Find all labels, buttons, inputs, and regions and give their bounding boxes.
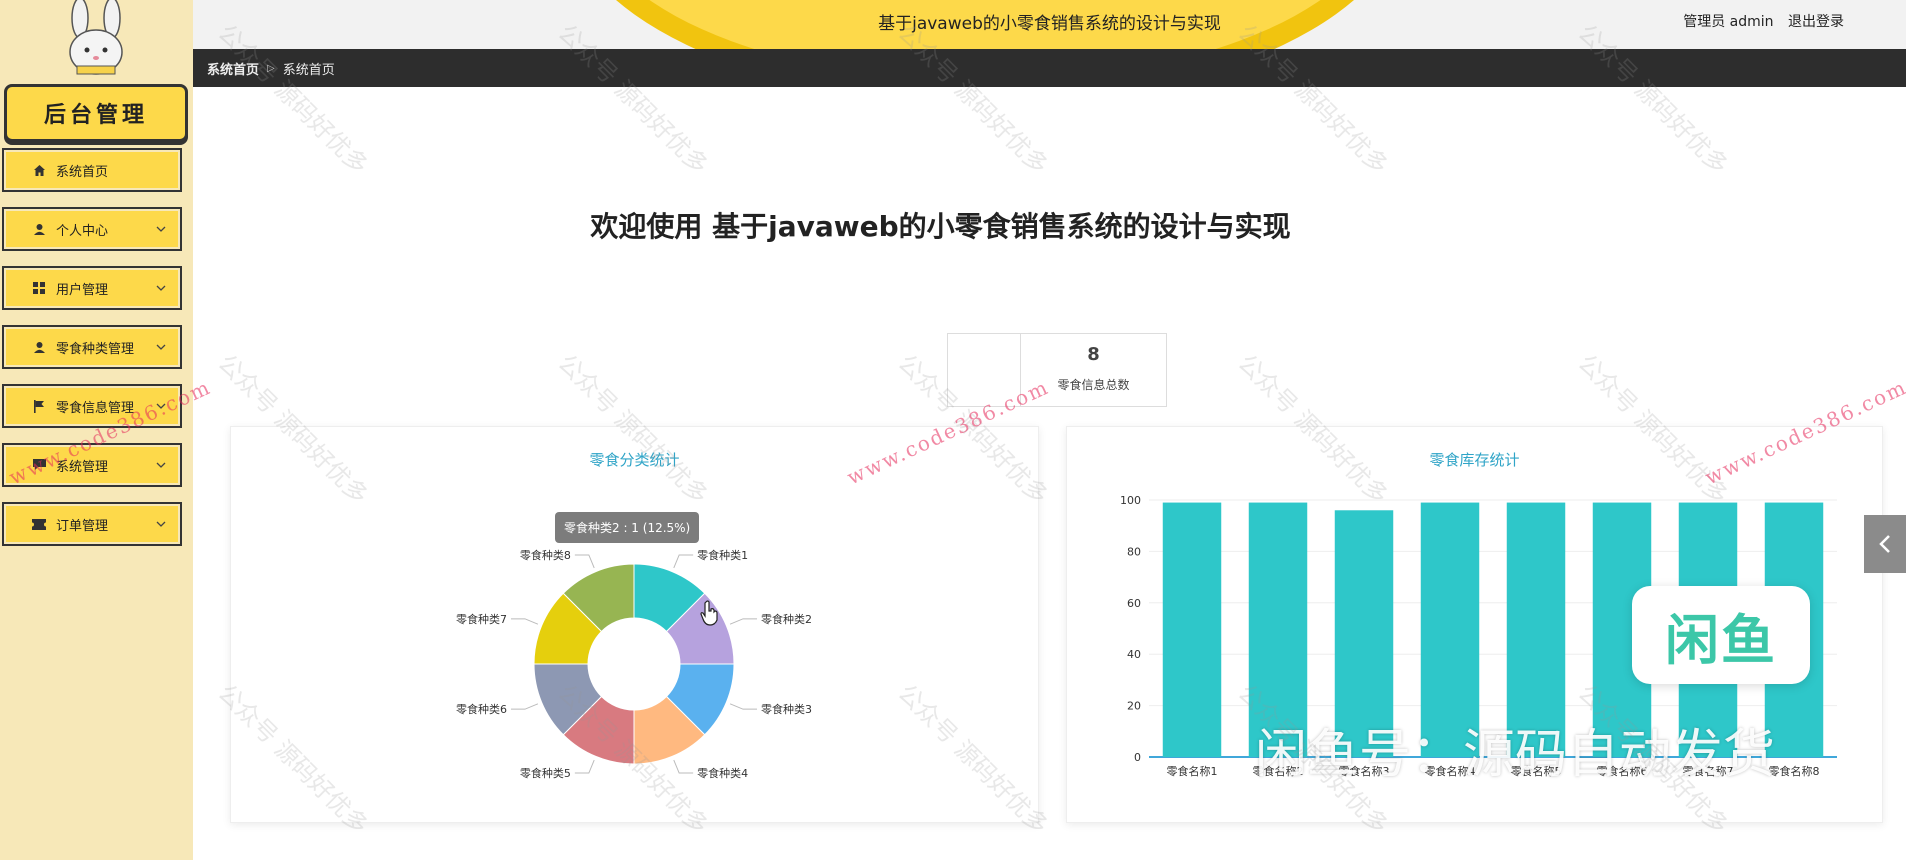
bar-y-tick-label: 60	[1127, 597, 1141, 610]
user-area: 管理员 admin 退出登录	[1673, 11, 1844, 31]
chevron-down-icon	[156, 403, 166, 409]
app-title: 基于javaweb的小零食销售系统的设计与实现	[878, 14, 1221, 34]
bar-y-tick-label: 100	[1120, 494, 1141, 507]
person-icon	[32, 222, 46, 236]
sidebar-item-order-management[interactable]: 订单管理	[2, 502, 182, 546]
brand-title: 后台管理	[4, 84, 188, 142]
sidebar-item-system-management[interactable]: 系统管理	[2, 443, 182, 487]
breadcrumb: 系统首页 ▷ 系统首页	[193, 49, 1906, 87]
sidebar-item-label: 零食信息管理	[56, 400, 135, 416]
pie-label-line	[729, 703, 758, 710]
sidebar-item-label: 系统首页	[56, 164, 109, 180]
pie-label: 零食种类2	[761, 612, 812, 626]
sidebar-item-label: 订单管理	[56, 518, 109, 534]
current-user-label: 管理员 admin	[1683, 14, 1774, 30]
sidebar-item-user-management[interactable]: 用户管理	[2, 266, 182, 310]
chevron-down-icon	[156, 521, 166, 527]
breadcrumb-separator-icon: ▷	[267, 62, 275, 74]
sidebar-item-snack-info-management[interactable]: 零食信息管理	[2, 384, 182, 428]
bar-y-tick-label: 20	[1127, 700, 1141, 713]
grid-icon	[32, 281, 46, 295]
home-icon	[32, 163, 46, 177]
sidebar-item-label: 零食种类管理	[56, 341, 135, 357]
hand-cursor-icon	[700, 600, 718, 626]
top-header: 基于javaweb的小零食销售系统的设计与实现 管理员 admin 退出登录	[193, 0, 1906, 49]
stat-label: 零食信息总数	[1057, 378, 1130, 392]
breadcrumb-home-link[interactable]: 系统首页	[207, 59, 259, 78]
chevron-down-icon	[156, 344, 166, 350]
sidebar-item-label: 个人中心	[56, 223, 109, 239]
sidebar-item-home[interactable]: 系统首页	[2, 148, 182, 192]
logout-link[interactable]: 退出登录	[1788, 14, 1844, 30]
pie-label: 零食种类5	[520, 766, 571, 780]
bar-y-tick-label: 80	[1127, 545, 1141, 558]
collapse-arrow-button[interactable]	[1864, 515, 1906, 573]
sidebar: 后台管理 系统首页 个人中心 用户管理 零食种类管理 零食信息管理 系统管理 订…	[0, 0, 194, 860]
stat-card: 8 零食信息总数	[947, 333, 1167, 407]
pie-chart: 零食种类1 零食种类2 零食种类3 零食种类4 零食种类5 零食种类6 零食种类7 零食种类8	[456, 548, 812, 780]
pie-label: 零食种类1	[697, 548, 748, 562]
bar-x-tick-label: 零食名称8	[1769, 764, 1820, 778]
sidebar-item-label: 系统管理	[56, 459, 109, 475]
breadcrumb-current: 系统首页	[282, 62, 335, 78]
stat-value: 8	[1087, 344, 1100, 365]
pie-label: 零食种类7	[456, 612, 507, 626]
chevron-down-icon	[156, 462, 166, 468]
pie-label: 零食种类8	[520, 548, 571, 562]
pie-label: 零食种类4	[697, 766, 748, 780]
flag-icon	[32, 399, 46, 413]
chevron-left-icon	[1879, 535, 1890, 553]
bar-y-tick-label: 0	[1134, 751, 1141, 764]
chevron-down-icon	[156, 285, 166, 291]
bar	[1162, 502, 1222, 757]
pie-label-line	[673, 759, 694, 774]
pie-label-line	[510, 618, 539, 625]
bunny-mascot-icon	[69, 0, 123, 75]
pie-label: 零食种类3	[761, 702, 812, 716]
sidebar-menu: 系统首页 个人中心 用户管理 零食种类管理 零食信息管理 系统管理 订单管理	[2, 148, 182, 561]
chart-tooltip: 零食种类2 : 1 (12.5%)	[555, 512, 700, 543]
category-chart-card: 零食分类统计 零食种类1 零食种类2 零食种类3 零食种类4 零食种类5 零食种类6 零食种…	[230, 426, 1039, 823]
pie-label-line	[729, 618, 758, 625]
bar-y-tick-label: 40	[1127, 648, 1141, 661]
ticket-icon	[32, 517, 46, 531]
pie-label: 零食种类6	[456, 702, 507, 716]
chat-icon	[32, 458, 46, 472]
sidebar-item-snack-category-management[interactable]: 零食种类管理	[2, 325, 182, 369]
pie-label-line	[510, 703, 539, 710]
bar-x-tick-label: 零食名称1	[1167, 764, 1218, 778]
person-icon	[32, 340, 46, 354]
sidebar-item-label: 用户管理	[56, 282, 109, 298]
pie-label-line	[673, 554, 694, 569]
xianyu-caption: 闲鱼号：源码自动发货	[1255, 725, 1776, 785]
sidebar-item-personal-center[interactable]: 个人中心	[2, 207, 182, 251]
pie-label-line	[574, 759, 595, 774]
xianyu-logo: 闲鱼	[1632, 586, 1810, 684]
pie-label-line	[574, 554, 595, 569]
welcome-heading: 欢迎使用 基于javaweb的小零食销售系统的设计与实现	[590, 210, 1291, 243]
chevron-down-icon	[156, 226, 166, 232]
